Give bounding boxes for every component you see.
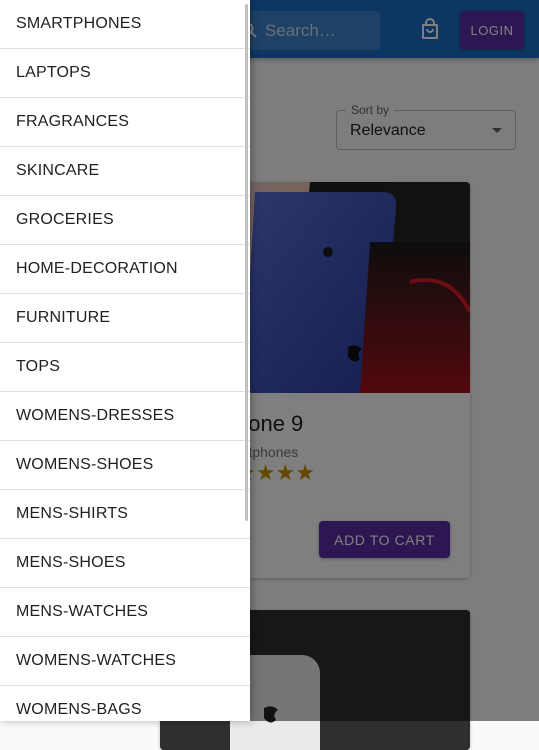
drawer-item-womens-dresses[interactable]: WOMENS-DRESSES — [0, 392, 250, 441]
drawer-item-mens-shirts[interactable]: MENS-SHIRTS — [0, 490, 250, 539]
drawer-item-furniture[interactable]: FURNITURE — [0, 294, 250, 343]
drawer-scrollbar[interactable] — [245, 4, 248, 521]
drawer-item-mens-watches[interactable]: MENS-WATCHES — [0, 588, 250, 637]
category-drawer: SMARTPHONES LAPTOPS FRAGRANCES SKINCARE … — [0, 0, 250, 721]
drawer-item-skincare[interactable]: SKINCARE — [0, 147, 250, 196]
drawer-item-fragrances[interactable]: FRAGRANCES — [0, 98, 250, 147]
drawer-item-laptops[interactable]: LAPTOPS — [0, 49, 250, 98]
drawer-item-womens-shoes[interactable]: WOMENS-SHOES — [0, 441, 250, 490]
drawer-item-groceries[interactable]: GROCERIES — [0, 196, 250, 245]
drawer-item-home-decoration[interactable]: HOME-DECORATION — [0, 245, 250, 294]
drawer-item-mens-shoes[interactable]: MENS-SHOES — [0, 539, 250, 588]
drawer-item-womens-watches[interactable]: WOMENS-WATCHES — [0, 637, 250, 686]
drawer-item-womens-bags[interactable]: WOMENS-BAGS — [0, 686, 250, 721]
drawer-item-smartphones[interactable]: SMARTPHONES — [0, 0, 250, 49]
drawer-item-tops[interactable]: TOPS — [0, 343, 250, 392]
